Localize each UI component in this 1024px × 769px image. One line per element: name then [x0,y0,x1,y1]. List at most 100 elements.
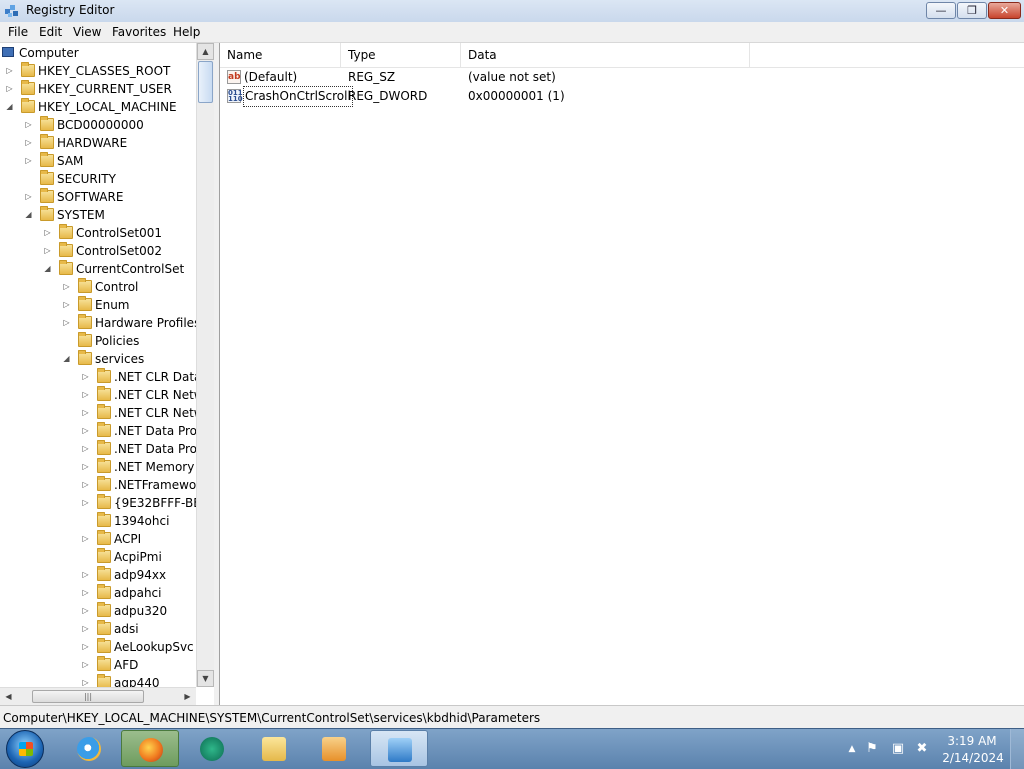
column-header-type[interactable]: Type [341,43,461,67]
scroll-right-icon[interactable]: ▶ [179,688,196,705]
expand-arrow-icon[interactable]: ▷ [81,458,90,476]
tree-node[interactable]: Policies [0,332,196,350]
tree-horizontal-scrollbar[interactable]: ◀ ||| ▶ [0,687,196,705]
scroll-thumb[interactable] [198,61,213,103]
volume-muted-icon[interactable]: ✖ [914,741,930,757]
column-header-name[interactable]: Name [220,43,341,67]
menu-file[interactable]: File [8,25,28,39]
menu-edit[interactable]: Edit [39,25,62,39]
network-icon[interactable]: ▣ [890,741,906,757]
tree-node[interactable]: ▷ Enum [0,296,196,314]
tree-node[interactable]: ▷ Hardware Profiles [0,314,200,332]
clock-time[interactable]: 3:19 AM [946,734,998,748]
tree-node[interactable]: ▷ HKEY_CURRENT_USER [0,80,196,98]
taskbar-internet-explorer-button[interactable] [60,730,118,767]
value-name[interactable]: CrashOnCtrlScroll [243,86,353,107]
tree-node[interactable]: ◢ services [0,350,196,368]
tree-node[interactable]: Computer [0,44,196,62]
tree-node[interactable]: ◢ CurrentControlSet [0,260,196,278]
expand-arrow-icon[interactable]: ▷ [24,188,33,206]
show-hidden-icons-icon[interactable]: ▲ [844,741,860,757]
expand-arrow-icon[interactable]: ▷ [81,476,90,494]
tree-node[interactable]: ▷ HARDWARE [0,134,196,152]
expand-arrow-icon[interactable]: ▷ [24,152,33,170]
taskbar-chat-app-button[interactable] [183,730,241,767]
horizontal-scroll-thumb[interactable]: ||| [32,690,144,703]
tree-node[interactable]: ▷ HKEY_CLASSES_ROOT [0,62,196,80]
tree-node[interactable]: 1394ohci [0,512,196,530]
expand-arrow-icon[interactable]: ▷ [81,566,90,584]
tree-node[interactable]: ▷ .NET CLR Netwo [0,386,211,404]
expand-arrow-icon[interactable]: ▷ [81,620,90,638]
expand-arrow-icon[interactable]: ▷ [62,278,71,296]
collapse-arrow-icon[interactable]: ◢ [62,350,71,368]
expand-arrow-icon[interactable]: ▷ [62,296,71,314]
tree-node[interactable]: ▷ .NET CLR Netwo [0,404,211,422]
value-row[interactable]: 011 110 CrashOnCtrlScroll REG_DWORD 0x00000… [220,86,1024,107]
taskbar-media-player-button[interactable] [305,730,363,767]
menu-help[interactable]: Help [173,25,200,39]
close-button[interactable]: ✕ [988,2,1021,19]
tree-node[interactable]: ▷ adsi [0,620,196,638]
expand-arrow-icon[interactable]: ▷ [81,638,90,656]
expand-arrow-icon[interactable]: ▷ [24,116,33,134]
expand-arrow-icon[interactable]: ▷ [81,422,90,440]
expand-arrow-icon[interactable]: ▷ [81,584,90,602]
tree-node[interactable]: ▷ SOFTWARE [0,188,196,206]
tree-node[interactable]: ▷ {9E32BFFF-BE7D [0,494,214,512]
tree-node[interactable]: ◢ HKEY_LOCAL_MACHINE [0,98,196,116]
expand-arrow-icon[interactable]: ▷ [43,242,52,260]
taskbar-file-explorer-button[interactable] [245,730,303,767]
tree-node[interactable]: ◢ SYSTEM [0,206,196,224]
tree-node[interactable]: ▷ .NET Data Provi [0,422,207,440]
tree-node[interactable]: ▷ ControlSet001 [0,224,196,242]
column-header-data[interactable]: Data [461,43,750,67]
tree-node[interactable]: ▷ adpahci [0,584,196,602]
collapse-arrow-icon[interactable]: ◢ [43,260,52,278]
expand-arrow-icon[interactable]: ▷ [24,134,33,152]
show-desktop-button[interactable] [1010,729,1024,769]
tree-node[interactable]: ▷ ACPI [0,530,196,548]
expand-arrow-icon[interactable]: ▷ [81,494,90,512]
tree-node[interactable]: ▷ BCD00000000 [0,116,196,134]
tree-node[interactable]: SECURITY [0,170,196,188]
tree-node[interactable]: ▷ adpu320 [0,602,196,620]
expand-arrow-icon[interactable]: ▷ [81,368,90,386]
maximize-button[interactable]: ❐ [957,2,987,19]
tree-node[interactable]: ▷ SAM [0,152,196,170]
menu-view[interactable]: View [73,25,101,39]
expand-arrow-icon[interactable]: ▷ [62,314,71,332]
minimize-button[interactable]: — [926,2,956,19]
expand-arrow-icon[interactable]: ▷ [81,602,90,620]
taskbar-firefox-button[interactable] [121,730,179,767]
expand-arrow-icon[interactable]: ▷ [81,386,90,404]
expand-arrow-icon[interactable]: ▷ [5,62,14,80]
tree-node[interactable]: ▷ Control [0,278,196,296]
tree-node[interactable]: ▷ adp94xx [0,566,196,584]
expand-arrow-icon[interactable]: ▷ [81,530,90,548]
collapse-arrow-icon[interactable]: ◢ [24,206,33,224]
tree-node[interactable]: ▷ ControlSet002 [0,242,196,260]
scroll-down-icon[interactable]: ▼ [197,670,214,687]
tree-node[interactable]: ▷ AeLookupSvc [0,638,196,656]
expand-arrow-icon[interactable]: ▷ [81,656,90,674]
menu-favorites[interactable]: Favorites [112,25,166,39]
collapse-arrow-icon[interactable]: ◢ [5,98,14,116]
value-row[interactable]: ab (Default) REG_SZ (value not set) [220,68,1024,87]
start-button[interactable] [6,730,44,768]
expand-arrow-icon[interactable]: ▷ [81,404,90,422]
tree-node[interactable]: ▷ .NET Memory C [0,458,207,476]
tree-vertical-scrollbar[interactable]: ▲ ▼ [196,43,214,687]
clock-date[interactable]: 2/14/2024 [940,751,1006,765]
tree-node[interactable]: ▷ .NETFramework [0,476,208,494]
tree-node[interactable]: ▷ .NET CLR Data [0,368,201,386]
taskbar-registry-editor-button[interactable] [370,730,428,767]
tree-node[interactable]: ▷ AFD [0,656,196,674]
value-name[interactable]: (Default) [244,68,297,87]
expand-arrow-icon[interactable]: ▷ [5,80,14,98]
expand-arrow-icon[interactable]: ▷ [81,440,90,458]
tree-node[interactable]: AcpiPmi [0,548,196,566]
scroll-up-icon[interactable]: ▲ [197,43,214,60]
tree-node[interactable]: ▷ .NET Data Provi [0,440,207,458]
scroll-left-icon[interactable]: ◀ [0,688,17,705]
